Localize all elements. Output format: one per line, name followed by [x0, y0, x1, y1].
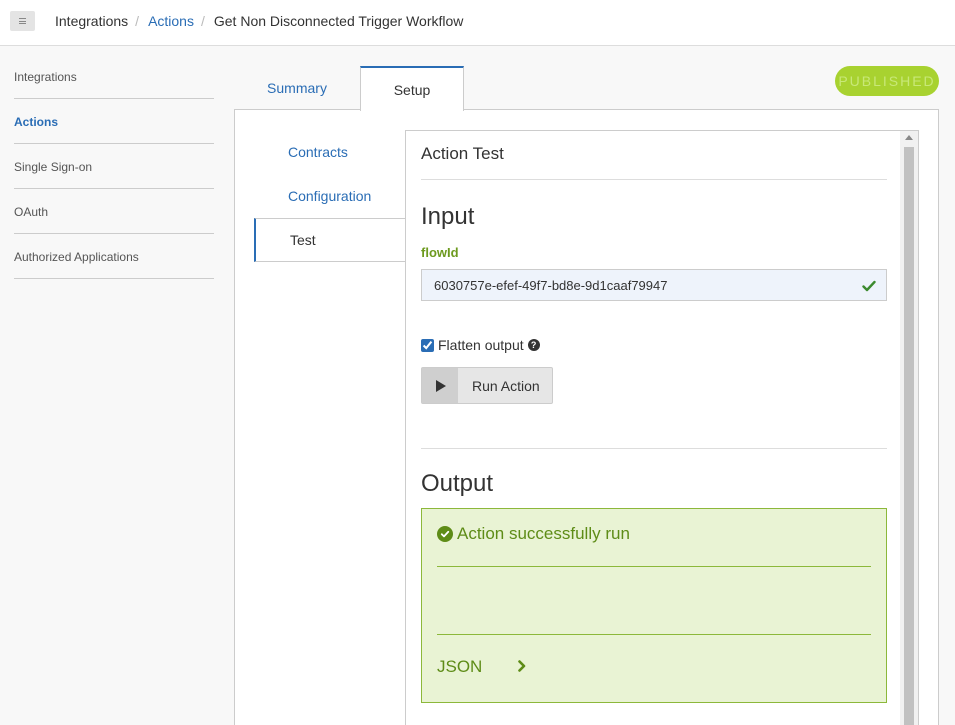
chevron-right-icon[interactable]: [517, 660, 527, 672]
flatten-output-option[interactable]: Flatten output ?: [421, 337, 540, 353]
subnav-item-contracts[interactable]: Contracts: [254, 130, 406, 174]
sidebar-item-oauth[interactable]: OAuth: [14, 189, 214, 234]
scroll-up-arrow-icon[interactable]: [905, 135, 913, 140]
divider: [421, 179, 887, 180]
divider: [437, 634, 871, 635]
sidebar-item-authorized-applications[interactable]: Authorized Applications: [14, 234, 214, 279]
breadcrumb-actions[interactable]: Actions: [148, 13, 194, 29]
divider: [421, 448, 887, 449]
sidebar: Integrations Actions Single Sign-on OAut…: [14, 54, 214, 279]
breadcrumb: Integrations / Actions / Get Non Disconn…: [55, 13, 463, 29]
check-icon: [862, 280, 876, 292]
status-badge: PUBLISHED: [835, 66, 939, 96]
subnav-item-test[interactable]: Test: [254, 218, 406, 262]
scrollbar[interactable]: [900, 131, 918, 725]
breadcrumb-current: Get Non Disconnected Trigger Workflow: [213, 13, 464, 29]
action-test-title: Action Test: [421, 144, 504, 163]
flatten-output-checkbox[interactable]: [421, 338, 434, 352]
breadcrumb-integrations[interactable]: Integrations: [55, 13, 128, 29]
subnav-item-configuration[interactable]: Configuration: [254, 174, 406, 218]
run-action-button[interactable]: Run Action: [421, 367, 553, 404]
success-message: Action successfully run: [457, 524, 630, 543]
success-alert: Action successfully run JSON: [421, 508, 887, 703]
scrollbar-thumb[interactable]: [904, 147, 914, 725]
hamburger-menu-icon[interactable]: [10, 11, 35, 31]
sidebar-item-actions[interactable]: Actions: [14, 99, 214, 144]
input-heading: Input: [421, 203, 475, 230]
flowid-label: flowId: [421, 245, 459, 260]
run-action-label: Run Action: [472, 377, 540, 394]
flatten-output-label: Flatten output: [438, 337, 524, 353]
check-circle-icon: [437, 526, 453, 542]
sidebar-item-integrations[interactable]: Integrations: [14, 54, 214, 99]
setup-subnav: Contracts Configuration Test: [254, 130, 406, 262]
success-title: Action successfully run: [437, 524, 630, 544]
output-heading: Output: [421, 470, 494, 497]
sidebar-item-single-sign-on[interactable]: Single Sign-on: [14, 144, 214, 189]
help-icon[interactable]: ?: [527, 339, 540, 351]
json-toggle[interactable]: JSON: [437, 657, 482, 677]
play-icon: [422, 368, 458, 403]
tab-summary[interactable]: Summary: [234, 66, 360, 110]
breadcrumb-separator: /: [135, 13, 140, 29]
breadcrumb-separator: /: [200, 13, 205, 29]
top-bar: Integrations / Actions / Get Non Disconn…: [0, 0, 955, 46]
tab-setup[interactable]: Setup: [360, 66, 464, 111]
divider: [437, 566, 871, 567]
flowid-input[interactable]: 6030757e-efef-49f7-bd8e-9d1caaf79947: [421, 269, 887, 301]
